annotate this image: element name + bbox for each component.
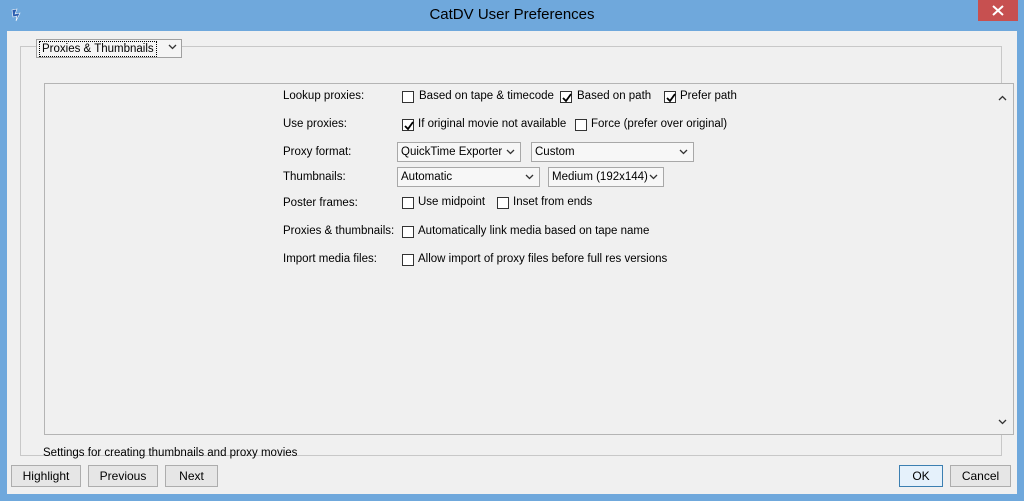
cancel-button[interactable]: Cancel xyxy=(950,465,1011,487)
settings-group: Lookup proxies: Based on tape & timecode… xyxy=(20,46,1014,459)
thumbnails-label: Thumbnails: xyxy=(283,171,346,183)
proxy-format-preset-select[interactable]: Custom xyxy=(531,142,694,162)
previous-button[interactable]: Previous xyxy=(88,465,158,487)
close-button[interactable] xyxy=(978,0,1018,21)
if-original-not-available-checkbox[interactable] xyxy=(402,119,414,131)
proxy-format-label: Proxy format: xyxy=(283,146,352,158)
window-title: CatDV User Preferences xyxy=(429,6,595,23)
proxies-thumbnails-label: Proxies & thumbnails: xyxy=(283,225,395,237)
thumbnails-mode-value: Automatic xyxy=(401,171,453,183)
scroll-up-icon[interactable] xyxy=(998,90,1007,104)
inset-from-ends-checkbox[interactable] xyxy=(497,197,509,209)
status-description: Settings for creating thumbnails and pro… xyxy=(43,447,298,459)
checkmark-icon xyxy=(666,93,676,103)
checkmark-icon xyxy=(562,93,572,103)
allow-proxy-import-label: Allow import of proxy files before full … xyxy=(418,253,668,265)
proxy-format-exporter-select[interactable]: QuickTime Exporter xyxy=(397,142,521,162)
prefer-path-checkbox[interactable] xyxy=(664,91,676,103)
allow-proxy-import-checkbox[interactable] xyxy=(402,254,414,266)
based-on-tape-checkbox[interactable] xyxy=(402,91,414,103)
force-label: Force (prefer over original) xyxy=(591,118,728,130)
chevron-down-icon xyxy=(649,174,658,180)
thumbnails-size-value: Medium (192x144) xyxy=(552,171,648,183)
based-on-path-label: Based on path xyxy=(577,90,652,102)
scroll-down-icon[interactable] xyxy=(998,414,1007,428)
based-on-path-checkbox[interactable] xyxy=(560,91,572,103)
preferences-window: CatDV User Preferences Lookup proxies: B… xyxy=(0,0,1024,501)
close-icon xyxy=(992,5,1004,16)
checkmark-icon xyxy=(404,121,414,131)
chevron-down-icon xyxy=(168,44,177,50)
thumbnails-size-select[interactable]: Medium (192x144) xyxy=(548,167,664,187)
based-on-tape-label: Based on tape & timecode xyxy=(419,90,554,102)
use-midpoint-checkbox[interactable] xyxy=(402,197,414,209)
dialog-body: Lookup proxies: Based on tape & timecode… xyxy=(7,31,1017,494)
thumbnails-mode-select[interactable]: Automatic xyxy=(397,167,540,187)
auto-link-media-label: Automatically link media based on tape n… xyxy=(418,225,650,237)
next-button[interactable]: Next xyxy=(165,465,218,487)
chevron-down-icon xyxy=(525,174,534,180)
lookup-proxies-label: Lookup proxies: xyxy=(283,90,365,102)
poster-frames-label: Poster frames: xyxy=(283,197,358,209)
prefer-path-label: Prefer path xyxy=(680,90,737,102)
highlight-button[interactable]: Highlight xyxy=(11,465,81,487)
settings-scroll-pane[interactable]: Lookup proxies: Based on tape & timecode… xyxy=(44,83,1014,435)
import-media-files-label: Import media files: xyxy=(283,253,377,265)
auto-link-media-checkbox[interactable] xyxy=(402,226,414,238)
proxy-format-exporter-value: QuickTime Exporter xyxy=(401,146,503,158)
force-checkbox[interactable] xyxy=(575,119,587,131)
proxy-format-preset-value: Custom xyxy=(535,146,575,158)
inset-from-ends-label: Inset from ends xyxy=(513,196,593,208)
chevron-down-icon xyxy=(506,149,515,155)
use-midpoint-label: Use midpoint xyxy=(418,196,486,208)
chevron-down-icon xyxy=(679,149,688,155)
use-proxies-label: Use proxies: xyxy=(283,118,347,130)
title-bar[interactable]: CatDV User Preferences xyxy=(0,0,1024,31)
if-original-not-available-label: If original movie not available xyxy=(418,118,567,130)
section-select-value: Proxies & Thumbnails xyxy=(39,41,157,57)
section-select[interactable]: Proxies & Thumbnails xyxy=(36,39,182,58)
ok-button[interactable]: OK xyxy=(899,465,943,487)
